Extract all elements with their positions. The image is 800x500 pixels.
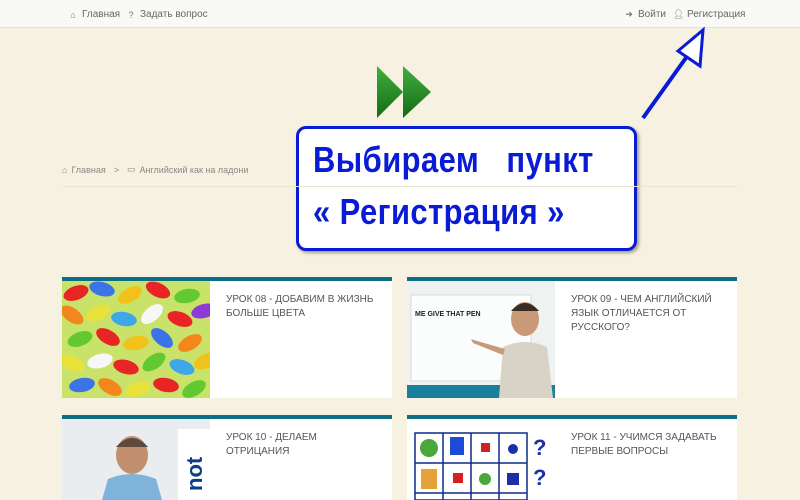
breadcrumb: ⌂ Главная > ▭ Английский как на ладони [62,164,248,175]
question-icon: ? [128,9,134,20]
top-navbar: ⌂ Главная ? Задать вопрос ➜ Войти 👤︎ Рег… [0,0,800,28]
teacher-whiteboard-image[interactable]: ME GIVE THAT PEN [407,281,555,398]
teacher-not-image[interactable]: not [62,419,210,500]
breadcrumb-divider [62,186,738,187]
breadcrumb-current[interactable]: Английский как на ладони [139,165,248,175]
svg-text:?: ? [533,465,546,490]
nav-ask-label: Задать вопрос [140,9,208,20]
instruction-callout: Выбираем пункт « Регистрация » [296,126,637,251]
lesson-card[interactable]: ? ? УРОК 11 - УЧИМСЯ ЗАДАВАТЬ ПЕРВЫЕ ВОП… [407,415,737,500]
not-word: not [182,456,207,491]
breadcrumb-separator: > [113,164,119,175]
svg-text:?: ? [533,435,546,460]
nav-register-label: Регистрация [687,9,746,20]
folder-icon: ▭ [126,164,136,174]
lesson-title[interactable]: УРОК 10 - ДЕЛАЕМ ОТРИЦАНИЯ [226,431,382,459]
lesson-title[interactable]: УРОК 11 - УЧИМСЯ ЗАДАВАТЬ ПЕРВЫЕ ВОПРОСЫ [571,431,727,459]
instruction-line-2: « Регистрация » [313,191,565,232]
nav-login-link[interactable]: ➜ Войти [624,9,666,20]
lesson-title[interactable]: УРОК 09 - ЧЕМ АНГЛИЙСКИЙ ЯЗЫК ОТЛИЧАЕТСЯ… [571,293,727,335]
lesson-title[interactable]: УРОК 08 - ДОБАВИМ В ЖИЗНЬ БОЛЬШЕ ЦВЕТА [226,293,382,321]
breadcrumb-home[interactable]: Главная [71,165,105,175]
nav-home-label: Главная [82,9,121,20]
user-icon: 👤︎ [673,9,685,19]
instruction-line-1: Выбираем пункт [313,139,594,180]
candy-image[interactable] [62,281,210,398]
whiteboard-text: ME GIVE THAT PEN [415,311,481,318]
home-icon: ⌂ [70,9,76,20]
lesson-card[interactable]: ME GIVE THAT PEN УРОК 09 - ЧЕМ АНГЛИЙСКИ… [407,277,737,398]
fast-forward-icon [377,66,431,118]
nav-register-link[interactable]: 👤︎ Регистрация [673,9,745,20]
lesson-card[interactable]: УРОК 08 - ДОБАВИМ В ЖИЗНЬ БОЛЬШЕ ЦВЕТА [62,277,392,398]
home-icon: ⌂ [62,164,68,175]
login-icon: ➜ [625,9,633,19]
nav-ask-link[interactable]: ? Задать вопрос [126,9,208,20]
nav-login-label: Войти [638,9,666,20]
lesson-card[interactable]: not УРОК 10 - ДЕЛАЕМ ОТРИЦАНИЯ [62,415,392,500]
question-grid-image[interactable]: ? ? [407,419,555,500]
nav-home-link[interactable]: ⌂ Главная [68,9,120,20]
